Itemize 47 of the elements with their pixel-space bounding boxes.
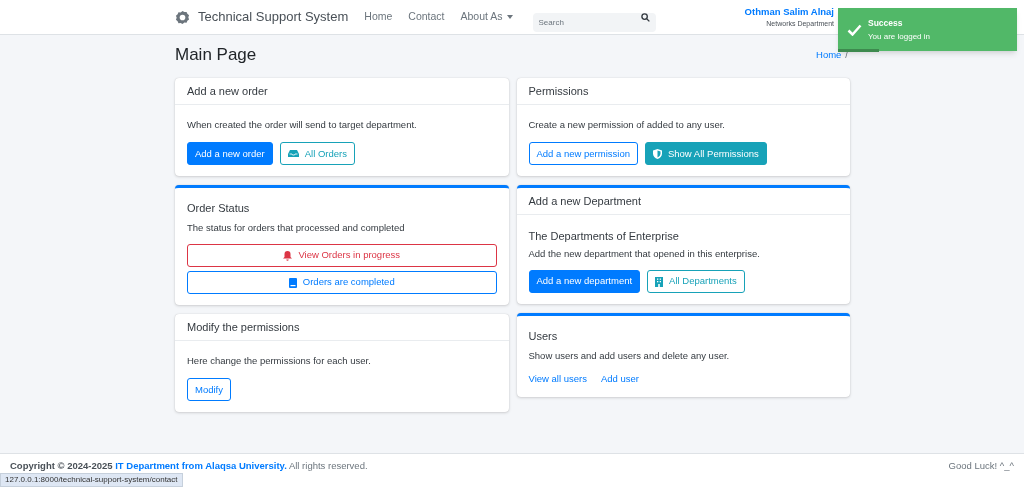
button[interactable]: Orders are completed [187, 271, 497, 294]
toast-title: Success [868, 16, 904, 30]
button[interactable]: All Departments [647, 270, 745, 293]
toast-message: You are logged in [868, 30, 930, 43]
card-title: Add a new Department [528, 194, 641, 209]
card-title: Permissions [528, 83, 589, 99]
link[interactable]: View all users [528, 371, 587, 386]
button[interactable]: Show All Permissions [644, 142, 767, 166]
inbox-icon [287, 149, 299, 159]
card-text: The status for orders that processed and completed [187, 220, 406, 235]
user-name[interactable]: Othman Salim Alnaj [744, 4, 834, 19]
status-url: 127.0.0.1:8000/technical-support-system/contact [0, 473, 183, 487]
copyright-text: Copyright © 2024-2025 IT Department from Alaqsa University. All rights reserved. [10, 459, 368, 473]
search-icon [640, 12, 650, 22]
card-subtitle: The Departments of Enterprise [528, 229, 680, 245]
search-field[interactable]: Search [532, 12, 656, 32]
card-text: Here change the permissions for each user. [187, 354, 372, 368]
footer-note: Good Luck! ^_^ [948, 459, 1014, 473]
nav-link[interactable]: Home [364, 9, 393, 25]
button[interactable]: Add a new department [528, 270, 641, 293]
card-title: Order Status [187, 201, 251, 217]
card-text: Show users and add users and delete any user. [528, 348, 731, 363]
book-icon [288, 277, 297, 288]
nav-link[interactable]: Contact [408, 9, 445, 25]
page-title: Main Page [175, 44, 257, 67]
nav-link[interactable]: About As [460, 9, 513, 25]
card-title: Add a new order [187, 83, 268, 99]
button[interactable]: All Orders [279, 142, 355, 166]
caret-icon [506, 15, 513, 19]
card-text: Create a new permission of added to any user. [528, 118, 726, 132]
card-title: Modify the permissions [187, 319, 300, 335]
button[interactable]: Modify [187, 378, 231, 402]
shield-icon [652, 148, 662, 159]
button[interactable]: View Orders in progress [187, 244, 497, 267]
button[interactable]: Add a new order [187, 142, 273, 166]
card-text: When created the order will send to target department. [187, 118, 418, 132]
footer-link[interactable]: IT Department from Alaqsa University. [115, 460, 287, 471]
link[interactable]: Add user [600, 371, 639, 386]
breadcrumb-link[interactable]: Home [816, 47, 842, 63]
button[interactable]: Add a new permission [528, 142, 638, 166]
gear-icon [175, 9, 190, 25]
bell-icon [283, 250, 293, 261]
building-icon [655, 276, 664, 287]
card-title: Users [528, 329, 559, 344]
card-text: Add the new department that opened in this enterprise. [528, 246, 761, 261]
check-icon [847, 23, 862, 36]
brand-name[interactable]: Technical Support System [198, 7, 349, 27]
